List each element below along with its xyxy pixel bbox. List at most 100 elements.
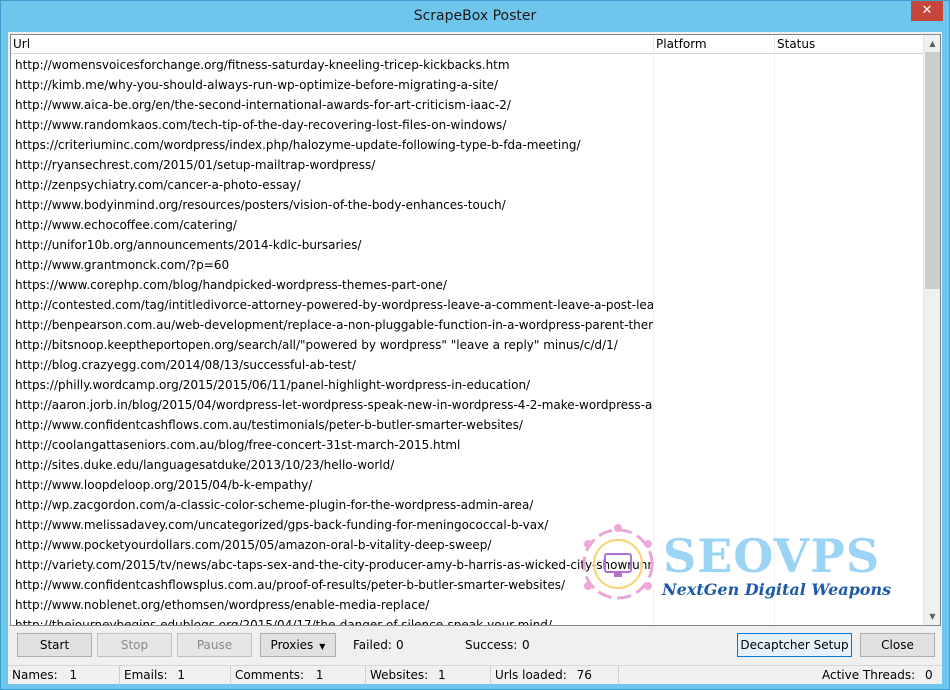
status-bar: Names: 1 Emails: 1 Comments: 1 Websites:… bbox=[8, 665, 942, 685]
table-row[interactable]: http://kimb.me/why-you-should-always-run… bbox=[11, 75, 924, 95]
table-row[interactable]: http://variety.com/2015/tv/news/abc-taps… bbox=[11, 555, 924, 575]
url-cell: http://www.grantmonck.com/?p=60 bbox=[11, 255, 654, 275]
url-cell: https://philly.wordcamp.org/2015/2015/06… bbox=[11, 375, 654, 395]
urls-value: 76 bbox=[576, 668, 592, 682]
success-label: Success: bbox=[465, 638, 518, 652]
column-header-status[interactable]: Status bbox=[775, 35, 924, 54]
platform-cell bbox=[654, 55, 775, 75]
list-rows: http://womensvoicesforchange.org/fitness… bbox=[11, 55, 924, 625]
table-row[interactable]: http://www.aica-be.org/en/the-second-int… bbox=[11, 95, 924, 115]
table-row[interactable]: http://www.confidentcashflowsplus.com.au… bbox=[11, 575, 924, 595]
url-cell: http://www.randomkaos.com/tech-tip-of-th… bbox=[11, 115, 654, 135]
arrow-up-icon[interactable]: ▲ bbox=[924, 35, 940, 52]
table-row[interactable]: http://www.pocketyourdollars.com/2015/05… bbox=[11, 535, 924, 555]
status-cell bbox=[775, 375, 924, 395]
platform-cell bbox=[654, 315, 775, 335]
chevron-down-icon: ▼ bbox=[319, 642, 326, 651]
table-row[interactable]: http://www.bodyinmind.org/resources/post… bbox=[11, 195, 924, 215]
table-row[interactable]: http://blog.crazyegg.com/2014/08/13/succ… bbox=[11, 355, 924, 375]
platform-cell bbox=[654, 575, 775, 595]
status-cell bbox=[775, 455, 924, 475]
platform-cell bbox=[654, 455, 775, 475]
url-cell: http://www.bodyinmind.org/resources/post… bbox=[11, 195, 654, 215]
table-row[interactable]: http://zenpsychiatry.com/cancer-a-photo-… bbox=[11, 175, 924, 195]
status-threads: Active Threads: 0 bbox=[818, 666, 942, 685]
url-list[interactable]: Url Platform Status http://womensvoicesf… bbox=[10, 34, 941, 626]
vertical-scrollbar[interactable]: ▲ ▼ bbox=[923, 35, 940, 625]
websites-value: 1 bbox=[437, 668, 446, 682]
platform-cell bbox=[654, 615, 775, 625]
platform-cell bbox=[654, 595, 775, 615]
table-row[interactable]: https://philly.wordcamp.org/2015/2015/06… bbox=[11, 375, 924, 395]
url-cell: http://blog.crazyegg.com/2014/08/13/succ… bbox=[11, 355, 654, 375]
table-row[interactable]: https://criteriuminc.com/wordpress/index… bbox=[11, 135, 924, 155]
platform-cell bbox=[654, 295, 775, 315]
proxies-button[interactable]: Proxies ▼ bbox=[260, 633, 336, 657]
column-header-platform[interactable]: Platform bbox=[654, 35, 775, 54]
platform-cell bbox=[654, 95, 775, 115]
pause-button[interactable]: Pause bbox=[177, 633, 252, 657]
table-row[interactable]: http://thejourneybegins.edublogs.org/201… bbox=[11, 615, 924, 625]
table-row[interactable]: http://contested.com/tag/intitledivorce-… bbox=[11, 295, 924, 315]
url-cell: http://www.noblenet.org/ethomsen/wordpre… bbox=[11, 595, 654, 615]
table-row[interactable]: http://benpearson.com.au/web-development… bbox=[11, 315, 924, 335]
comments-label: Comments: bbox=[235, 668, 305, 682]
status-cell bbox=[775, 315, 924, 335]
app-window: ScrapeBox Poster ✕ Url Platform Status h… bbox=[0, 0, 950, 690]
table-row[interactable]: http://www.loopdeloop.org/2015/04/b-k-em… bbox=[11, 475, 924, 495]
start-button[interactable]: Start bbox=[17, 633, 92, 657]
platform-cell bbox=[654, 475, 775, 495]
platform-cell bbox=[654, 535, 775, 555]
table-row[interactable]: http://ryansechrest.com/2015/01/setup-ma… bbox=[11, 155, 924, 175]
column-header-url[interactable]: Url bbox=[11, 35, 654, 54]
status-cell bbox=[775, 115, 924, 135]
arrow-down-icon[interactable]: ▼ bbox=[924, 608, 940, 625]
table-row[interactable]: http://www.echocoffee.com/catering/ bbox=[11, 215, 924, 235]
platform-cell bbox=[654, 215, 775, 235]
status-cell bbox=[775, 95, 924, 115]
decaptcher-setup-button[interactable]: Decaptcher Setup bbox=[737, 633, 852, 657]
url-cell: http://www.aica-be.org/en/the-second-int… bbox=[11, 95, 654, 115]
url-cell: http://kimb.me/why-you-should-always-run… bbox=[11, 75, 654, 95]
table-row[interactable]: http://www.melissadavey.com/uncategorize… bbox=[11, 515, 924, 535]
action-bar: Start Stop Pause Proxies ▼ Failed: 0 Succ… bbox=[8, 630, 942, 660]
close-button[interactable]: Close bbox=[860, 633, 935, 657]
status-cell bbox=[775, 335, 924, 355]
status-emails: Emails: 1 bbox=[120, 666, 231, 685]
platform-cell bbox=[654, 515, 775, 535]
status-cell bbox=[775, 195, 924, 215]
stop-button[interactable]: Stop bbox=[97, 633, 172, 657]
close-icon[interactable]: ✕ bbox=[911, 1, 943, 21]
scroll-thumb[interactable] bbox=[925, 52, 940, 289]
table-row[interactable]: http://www.noblenet.org/ethomsen/wordpre… bbox=[11, 595, 924, 615]
status-cell bbox=[775, 135, 924, 155]
table-row[interactable]: http://www.confidentcashflows.com.au/tes… bbox=[11, 415, 924, 435]
table-row[interactable]: http://womensvoicesforchange.org/fitness… bbox=[11, 55, 924, 75]
status-cell bbox=[775, 615, 924, 625]
platform-cell bbox=[654, 155, 775, 175]
table-row[interactable]: http://wp.zacgordon.com/a-classic-color-… bbox=[11, 495, 924, 515]
websites-label: Websites: bbox=[370, 668, 429, 682]
status-cell bbox=[775, 535, 924, 555]
table-row[interactable]: http://www.randomkaos.com/tech-tip-of-th… bbox=[11, 115, 924, 135]
platform-cell bbox=[654, 495, 775, 515]
url-cell: http://www.confidentcashflows.com.au/tes… bbox=[11, 415, 654, 435]
list-header: Url Platform Status bbox=[11, 35, 924, 54]
table-row[interactable]: http://coolangattaseniors.com.au/blog/fr… bbox=[11, 435, 924, 455]
table-row[interactable]: http://sites.duke.edu/languagesatduke/20… bbox=[11, 455, 924, 475]
platform-cell bbox=[654, 275, 775, 295]
table-row[interactable]: http://www.grantmonck.com/?p=60 bbox=[11, 255, 924, 275]
platform-cell bbox=[654, 115, 775, 135]
table-row[interactable]: http://bitsnoop.keeptheportopen.org/sear… bbox=[11, 335, 924, 355]
table-row[interactable]: https://www.corephp.com/blog/handpicked-… bbox=[11, 275, 924, 295]
status-websites: Websites: 1 bbox=[366, 666, 491, 685]
table-row[interactable]: http://unifor10b.org/announcements/2014-… bbox=[11, 235, 924, 255]
url-cell: http://coolangattaseniors.com.au/blog/fr… bbox=[11, 435, 654, 455]
status-comments: Comments: 1 bbox=[231, 666, 366, 685]
platform-cell bbox=[654, 235, 775, 255]
platform-cell bbox=[654, 355, 775, 375]
title-bar[interactable]: ScrapeBox Poster ✕ bbox=[1, 1, 949, 32]
comments-value: 1 bbox=[315, 668, 324, 682]
status-cell bbox=[775, 415, 924, 435]
table-row[interactable]: http://aaron.jorb.in/blog/2015/04/wordpr… bbox=[11, 395, 924, 415]
